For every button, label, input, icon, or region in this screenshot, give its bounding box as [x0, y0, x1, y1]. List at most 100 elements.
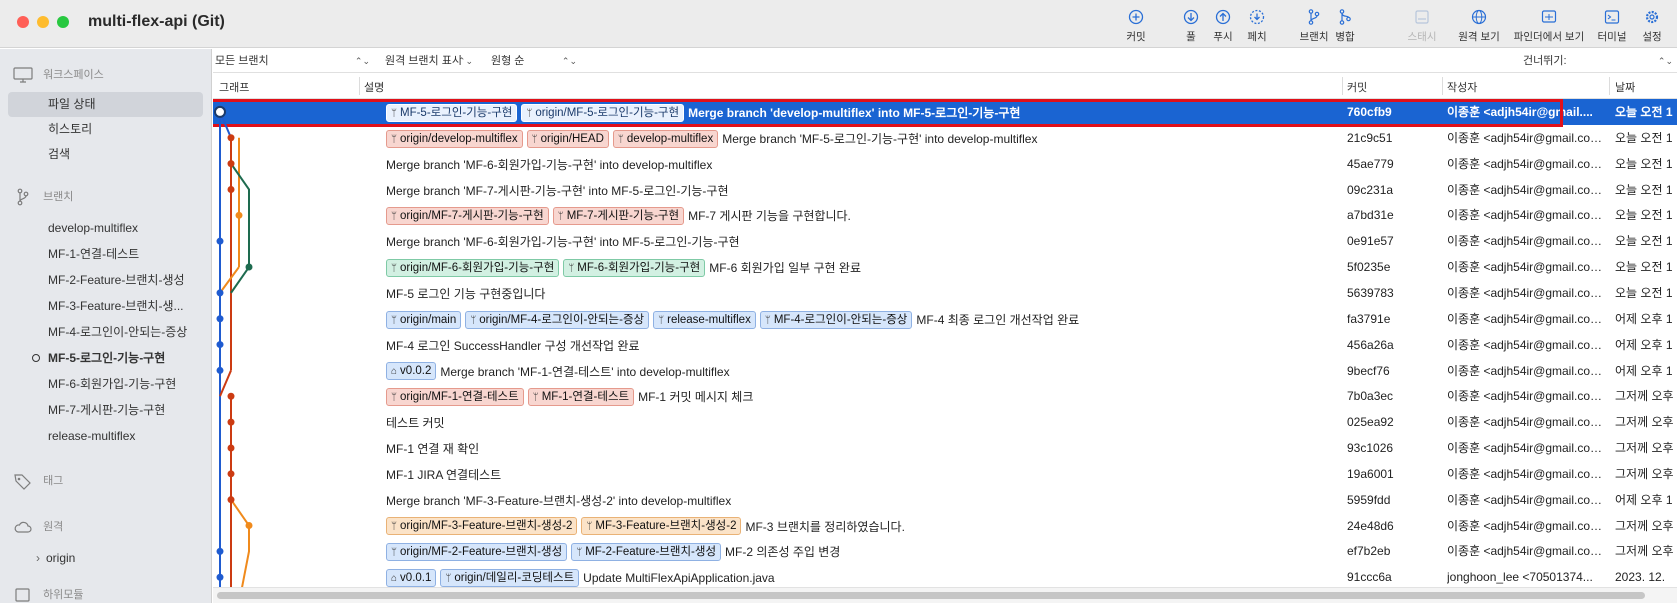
branch-label[interactable]: ᛘ release-multiflex — [653, 310, 756, 329]
sidebar-branch[interactable]: MF-3-Feature-브랜치-생... — [8, 293, 203, 319]
branch-label[interactable]: ᛘ MF-7-게시판-기능-구현 — [552, 207, 685, 226]
sidebar-branch[interactable]: MF-4-로그인이-안되는-증상 — [8, 319, 203, 345]
commit-row[interactable]: MF-4 로그인 SuccessHandler 구성 개선작업 완료 456a26… — [213, 332, 1677, 358]
column-divider[interactable] — [1442, 77, 1443, 95]
branch-label[interactable]: ᛘ develop-multiflex — [612, 129, 719, 148]
commit-row[interactable]: ᛘ origin/MF-2-Feature-브랜치-생성 ᛘ MF-2-Feature… — [213, 538, 1677, 564]
horizontal-scrollbar[interactable] — [213, 587, 1677, 603]
commit-row[interactable]: MF-1 JIRA 연결테스트 19a6001 이종훈 <adjh54ir@gmai… — [213, 461, 1677, 487]
remote-view-button[interactable]: 원격 보기 — [1451, 8, 1507, 44]
branch-label[interactable]: ᛘ origin/MF-7-게시판-기능-구현 — [386, 207, 549, 226]
branch-icon: ᛘ — [764, 314, 771, 326]
sidebar-item-file-status[interactable]: 파일 상태 — [8, 92, 203, 117]
branch-filter-value: 모든 브랜치 — [215, 55, 269, 67]
commit-node — [216, 341, 224, 349]
branch-label[interactable]: ᛘ origin/MF-4-로그인이-안되는-증상 — [465, 310, 650, 329]
remotes-section-header[interactable]: 원격 — [12, 517, 63, 537]
sidebar-branch-label: MF-5-로그인-기능-구현 — [48, 351, 166, 365]
branch-label[interactable]: ᛘ origin/develop-multiflex — [386, 129, 523, 148]
branch-label[interactable]: ᛘ origin/MF-5-로그인-기능-구현 — [521, 103, 685, 122]
column-divider[interactable] — [1342, 77, 1343, 95]
commit-row[interactable]: ᛘ origin/MF-7-게시판-기능-구현 ᛘ MF-7-게시판-기능-구현 MF-… — [213, 202, 1677, 228]
commit-date: 오늘 오전 1 — [1615, 182, 1673, 197]
commit-row[interactable]: ᛘ origin/MF-6-회원가입-기능-구현 ᛘ MF-6-회원가입-기능-구현 M… — [213, 254, 1677, 280]
merge-button[interactable]: 병합 — [1317, 8, 1373, 44]
commit-row[interactable]: Merge branch 'MF-6-회원가입-기능-구현' into deve… — [213, 151, 1677, 177]
column-header-graph[interactable]: 그래프 — [219, 79, 249, 95]
commit-row[interactable]: Merge branch 'MF-7-게시판-기능-구현' into MF-5-… — [213, 177, 1677, 203]
jump-to-dropdown[interactable]: 건너뛰기: ⌃⌄ — [1523, 54, 1673, 68]
branch-label[interactable]: ᛘ MF-3-Feature-브랜치-생성-2 — [581, 517, 742, 536]
branch-label[interactable]: ᛘ MF-1-연결-테스트 — [527, 388, 635, 407]
commit-description: Merge branch 'MF-6-회원가입-기능-구현' into MF-5… — [386, 228, 1406, 254]
branch-label[interactable]: ᛘ origin/MF-2-Feature-브랜치-생성 — [386, 543, 568, 562]
branch-label[interactable]: ᛘ origin/HEAD — [526, 129, 609, 148]
branch-label[interactable]: ᛘ origin/MF-3-Feature-브랜치-생성-2 — [386, 517, 578, 536]
column-header-description[interactable]: 설명 — [364, 79, 384, 95]
ref-name: origin/MF-5-로그인-기능-구현 — [535, 106, 680, 119]
zoom-window-button[interactable] — [57, 16, 69, 28]
commit-node — [227, 134, 235, 142]
commit-row[interactable]: ᛘ MF-5-로그인-기능-구현 ᛘ origin/MF-5-로그인-기능-구현 Mer… — [213, 99, 1677, 125]
branch-label[interactable]: ᛘ origin/데일리-코딩테스트 — [440, 569, 580, 588]
sidebar-branch-current[interactable]: MF-5-로그인-기능-구현 — [8, 345, 203, 371]
sidebar-branch[interactable]: MF-6-회원가입-기능-구현 — [8, 371, 203, 397]
commit-row[interactable]: ᛘ origin/develop-multiflex ᛘ origin/HEAD ᛘ de… — [213, 125, 1677, 151]
branch-icon: ᛘ — [586, 521, 593, 533]
sidebar-remote-origin[interactable]: › origin — [36, 548, 75, 568]
commit-row[interactable]: Merge branch 'MF-3-Feature-브랜치-생성-2' int… — [213, 487, 1677, 513]
branch-label[interactable]: ᛘ origin/MF-1-연결-테스트 — [386, 388, 524, 407]
commit-row[interactable]: MF-5 로그인 기능 구현중입니다 5639783 이종훈 <adjh54ir@g… — [213, 280, 1677, 306]
branches-section-header[interactable]: 브랜치 — [12, 187, 73, 207]
title-bar: multi-flex-api (Git) 커밋 풀 푸시 페치 브랜치 병합 스… — [0, 0, 1677, 48]
submodules-section-header[interactable]: 하위모듈 — [12, 585, 84, 603]
branch-filter-dropdown[interactable]: 모든 브랜치 ⌃⌄ — [215, 54, 370, 68]
branch-label[interactable]: ᛘ MF-6-회원가입-기능-구현 — [563, 258, 706, 277]
branch-label[interactable]: ᛘ origin/MF-6-회원가입-기능-구현 — [386, 258, 560, 277]
branch-icon: ᛘ — [557, 211, 564, 223]
sidebar-branch[interactable]: develop-multiflex — [8, 215, 203, 241]
sidebar-branch[interactable]: MF-2-Feature-브랜치-생성 — [8, 267, 203, 293]
sidebar-item-history[interactable]: 히스토리 — [8, 117, 203, 142]
column-header-author[interactable]: 작성자 — [1447, 79, 1477, 95]
sort-order-dropdown[interactable]: 원형 순 ⌃⌄ — [491, 54, 577, 68]
minimize-window-button[interactable] — [37, 16, 49, 28]
commit-row[interactable]: 테스트 커밋 025ea92 이종훈 <adjh54ir@gmail.com> 그저께… — [213, 409, 1677, 435]
terminal-icon — [1604, 10, 1620, 24]
remote-view-label: 원격 보기 — [1458, 31, 1500, 43]
stash-button[interactable]: 스태시 — [1394, 8, 1450, 44]
column-divider[interactable] — [1609, 77, 1610, 95]
close-window-button[interactable] — [17, 16, 29, 28]
branch-label[interactable]: ᛘ MF-4-로그인이-안되는-증상 — [759, 310, 913, 329]
sidebar-item-label: 파일 상태 — [48, 97, 96, 111]
commit-row[interactable]: MF-1 연결 재 확인 93c1026 이종훈 <adjh54ir@gmail.c… — [213, 435, 1677, 461]
fetch-button[interactable]: 페치 — [1229, 8, 1285, 44]
commit-hash: 5959fdd — [1347, 492, 1391, 507]
commit-author: 이종훈 <adjh54ir@gmail.com> — [1447, 130, 1607, 145]
commit-row[interactable]: ᛘ origin/main ᛘ origin/MF-4-로그인이-안되는-증상 ᛘ rel… — [213, 306, 1677, 332]
show-in-finder-button[interactable]: 파인더에서 보기 — [1511, 8, 1587, 44]
column-header-commit[interactable]: 커밋 — [1347, 79, 1367, 95]
tag-label[interactable]: ⌂ v0.0.1 — [386, 569, 437, 588]
sidebar-item-search[interactable]: 검색 — [8, 142, 203, 167]
branch-label[interactable]: ᛘ MF-5-로그인-기능-구현 — [386, 103, 518, 122]
scrollbar-thumb[interactable] — [217, 592, 1645, 599]
commit-node — [216, 237, 224, 245]
commit-row[interactable]: Merge branch 'MF-6-회원가입-기능-구현' into MF-5… — [213, 228, 1677, 254]
commit-button[interactable]: 커밋 — [1108, 8, 1164, 44]
branch-label[interactable]: ᛘ MF-2-Feature-브랜치-생성 — [571, 543, 722, 562]
sidebar-branch[interactable]: MF-1-연결-테스트 — [8, 241, 203, 267]
commit-date: 그저께 오후 — [1615, 544, 1674, 559]
settings-button[interactable]: 설정 — [1630, 8, 1674, 44]
branch-label[interactable]: ᛘ origin/main — [386, 310, 462, 329]
remote-branch-dropdown[interactable]: 원격 브랜치 표시 ⌃⌄ — [385, 54, 473, 68]
tags-section-header[interactable]: 태그 — [12, 471, 63, 491]
column-header-date[interactable]: 날짜 — [1615, 79, 1635, 95]
commit-row[interactable]: ᛘ origin/MF-1-연결-테스트 ᛘ MF-1-연결-테스트 MF-1 커밋 메… — [213, 383, 1677, 409]
tag-label[interactable]: ⌂ v0.0.2 — [386, 362, 437, 381]
sidebar-branch[interactable]: release-multiflex — [8, 423, 203, 449]
sidebar-branch[interactable]: MF-7-게시판-기능-구현 — [8, 397, 203, 423]
commit-row[interactable]: ⌂ v0.0.2 Merge branch 'MF-1-연결-테스트' into d… — [213, 358, 1677, 384]
commit-row[interactable]: ᛘ origin/MF-3-Feature-브랜치-생성-2 ᛘ MF-3-Featu… — [213, 513, 1677, 539]
column-divider[interactable] — [359, 77, 360, 95]
